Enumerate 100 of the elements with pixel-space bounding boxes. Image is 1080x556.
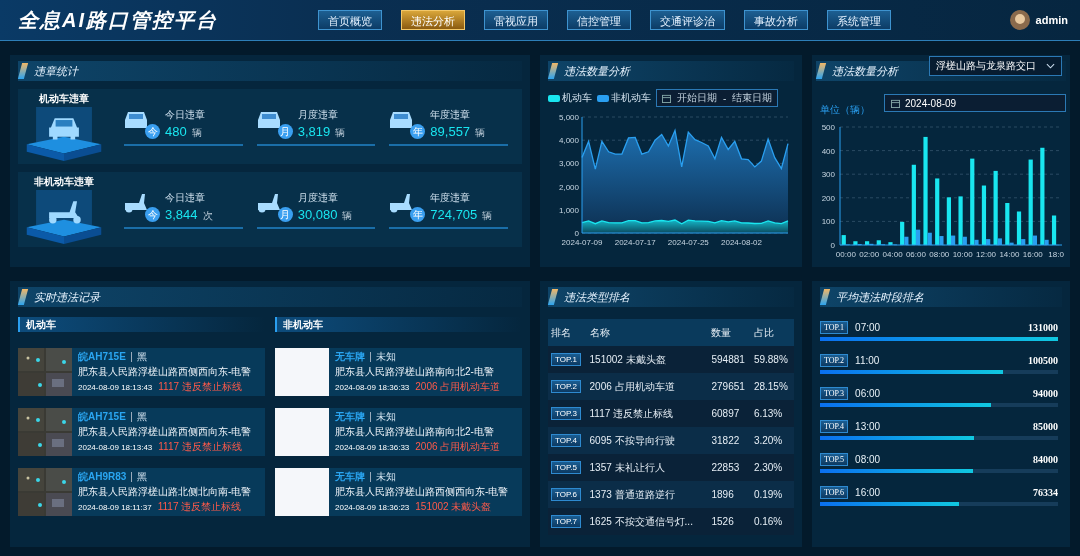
plate-number: 皖AH715E xyxy=(78,410,126,425)
stat-badge: 月 xyxy=(277,123,293,139)
time-value: 131000 xyxy=(1028,322,1058,333)
table-cell: 0.16% xyxy=(750,508,794,535)
avatar-icon[interactable] xyxy=(1009,10,1030,30)
table-cell: 28.15% xyxy=(750,373,794,400)
table-cell: 1526 xyxy=(708,508,751,535)
table-cell: 59.88% xyxy=(750,346,794,373)
stat-unit: 次 xyxy=(202,208,213,223)
vehicle-color: 黑 xyxy=(136,410,147,425)
nav-tab[interactable]: 违法分析 xyxy=(401,10,465,30)
date-range-field[interactable]: 开始日期 - 结束日期 xyxy=(656,89,779,107)
location-text: 肥东县人民路浮槎山路北侧北向南-电警 xyxy=(78,485,252,499)
stat-value: 30,080 xyxy=(297,206,338,222)
y-tick-label: 4,000 xyxy=(558,136,579,146)
user-name[interactable]: admin xyxy=(1035,14,1068,26)
rank-badge: TOP.2 xyxy=(820,354,849,367)
x-tick-label: 10:00 xyxy=(952,250,973,259)
stat-badge: 年 xyxy=(410,123,426,139)
time-value: 84000 xyxy=(1033,454,1058,465)
stat-label: 今日违章 xyxy=(165,190,206,205)
record-card[interactable]: 无车牌 未知 肥东县人民路浮槎山路西侧西向东-电警 2024-08-09 18:36:23 151002 未戴头盔 xyxy=(275,468,522,516)
nav-tab[interactable]: 系统管理 xyxy=(827,10,891,30)
record-card[interactable]: 无车牌 未知 肥东县人民路浮槎山路南向北2-电警 2024-08-09 18:36:33 2006 占用机动车道 xyxy=(275,348,522,396)
table-cell: 2006 占用机动车道 xyxy=(586,373,709,400)
y-tick-label: 1,000 xyxy=(558,205,579,215)
table-cell: 2.30% xyxy=(750,454,794,481)
time-label: 11:00 xyxy=(855,355,880,366)
panel-title: 实时违法记录 xyxy=(34,289,100,305)
table-cell: 151002 未戴头盔 xyxy=(586,346,709,373)
title-accent-icon xyxy=(547,63,559,79)
x-tick-label: 2024-07-09 xyxy=(561,238,603,247)
record-card[interactable]: 无车牌 未知 肥东县人民路浮槎山路南向北2-电警 2024-08-09 18:36:33 2006 占用机动车道 xyxy=(275,408,522,456)
nav-tab[interactable]: 事故分析 xyxy=(744,10,808,30)
stat-badge: 今 xyxy=(145,123,160,139)
y-axis-label: 单位（辆） xyxy=(820,103,870,117)
x-tick-label: 06:00 xyxy=(905,250,926,259)
y-tick-label: 100 xyxy=(821,217,835,227)
plate-number: 无车牌 xyxy=(335,410,365,425)
title-accent-icon xyxy=(17,63,29,79)
y-tick-label: 5,000 xyxy=(558,113,579,122)
legend-label: 非机动车 xyxy=(611,91,651,105)
date-field[interactable]: 2024-08-09 xyxy=(884,94,1066,112)
table-cell: 0.19% xyxy=(750,481,794,508)
intersection-dropdown[interactable]: 浮槎山路与龙泉路交口 xyxy=(929,56,1062,76)
time-value: 76334 xyxy=(1033,487,1058,498)
stat-badge: 月 xyxy=(277,206,293,222)
title-accent-icon xyxy=(17,289,29,305)
x-tick-label: 18:0 xyxy=(1048,250,1064,259)
title-accent-icon xyxy=(815,63,827,79)
nav-tab[interactable]: 雷视应用 xyxy=(484,10,548,30)
panel-title: 违章统计 xyxy=(34,63,78,79)
panel-title: 平均违法时段排名 xyxy=(836,289,924,305)
stat-value: 3,844 xyxy=(165,206,198,222)
title-accent-icon xyxy=(547,289,559,305)
stat-unit: 辆 xyxy=(482,208,493,223)
record-card[interactable]: 皖AH9R83 黑 肥东县人民路浮槎山路北侧北向南-电警 2024-08-09 18:11:37 1117 违反禁止标线 xyxy=(18,468,265,516)
rank-badge: TOP.2 xyxy=(551,380,581,393)
plate-number: 无车牌 xyxy=(335,350,365,365)
location-text: 肥东县人民路浮槎山路南向北2-电警 xyxy=(335,365,495,379)
nav-tab[interactable]: 信控管理 xyxy=(567,10,631,30)
y-tick-label: 400 xyxy=(821,146,835,156)
rank-badge: TOP.1 xyxy=(551,353,581,366)
table-cell: 1117 违反禁止标线 xyxy=(586,400,709,427)
rank-badge: TOP.3 xyxy=(820,387,849,400)
column-header: 排名 xyxy=(548,319,587,346)
end-date-placeholder: 结束日期 xyxy=(732,91,773,105)
x-tick-label: 2024-07-17 xyxy=(614,238,656,247)
calendar-icon xyxy=(662,93,671,103)
table-cell: 6095 不按导向行驶 xyxy=(586,427,709,454)
stat-unit: 辆 xyxy=(191,125,202,140)
nav-tab[interactable]: 交通评诊治 xyxy=(650,10,725,30)
rank-badge: TOP.7 xyxy=(551,515,581,528)
stat-unit: 辆 xyxy=(475,125,486,140)
x-tick-label: 2024-07-25 xyxy=(667,238,709,247)
table-cell: 594881 xyxy=(708,346,751,373)
nav-tab[interactable]: 首页概览 xyxy=(318,10,382,30)
record-time: 2024-08-09 18:36:23 xyxy=(335,502,410,512)
rank-badge: TOP.6 xyxy=(551,488,581,501)
app-title: 全息AI路口管控平台 xyxy=(18,7,219,33)
table-cell: 1357 未礼让行人 xyxy=(586,454,709,481)
record-card[interactable]: 皖AH715E 黑 肥东县人民路浮槎山路西侧西向东-电警 2024-08-09 18:13:43 1117 违反禁止标线 xyxy=(18,348,265,396)
panel-title: 违法类型排名 xyxy=(564,289,630,305)
record-card[interactable]: 皖AH715E 黑 肥东县人民路浮槎山路西侧西向东-电警 2024-08-09 18:13:43 1117 违反禁止标线 xyxy=(18,408,265,456)
calendar-icon xyxy=(891,98,900,108)
violation-text: 1117 违反禁止标线 xyxy=(158,379,242,394)
x-tick-label: 08:00 xyxy=(929,250,950,259)
time-value: 94000 xyxy=(1033,388,1058,399)
y-tick-label: 500 xyxy=(821,123,835,132)
violation-text: 1117 违反禁止标线 xyxy=(157,499,242,514)
plate-number: 皖AH715E xyxy=(78,350,126,365)
x-tick-label: 14:00 xyxy=(999,250,1020,259)
panel-title: 违法数量分析 xyxy=(564,63,630,79)
stat-label: 年度违章 xyxy=(430,107,472,122)
stat-value: 480 xyxy=(165,123,187,139)
column-header: 数量 xyxy=(708,319,751,346)
record-time: 2024-08-09 18:36:33 xyxy=(335,442,410,452)
vehicle-color: 黑 xyxy=(137,470,148,485)
violation-text: 2006 占用机动车道 xyxy=(415,439,501,454)
y-tick-label: 3,000 xyxy=(558,159,579,169)
